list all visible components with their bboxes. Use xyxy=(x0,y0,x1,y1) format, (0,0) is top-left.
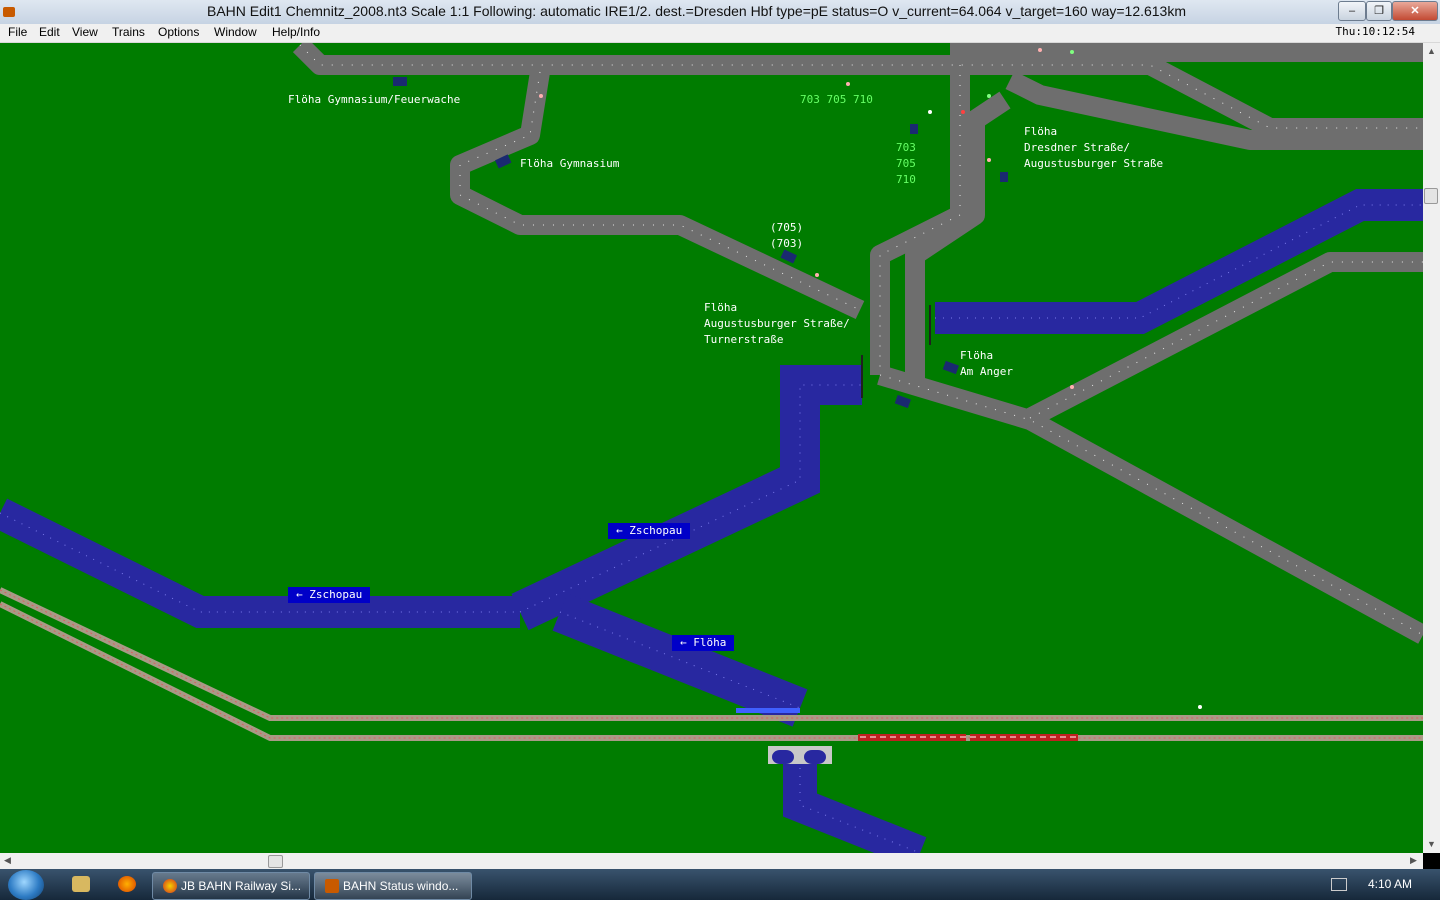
horizontal-scroll-thumb[interactable] xyxy=(268,855,283,868)
firefox-icon[interactable] xyxy=(118,876,136,892)
menu-trains[interactable]: Trains xyxy=(112,25,145,39)
river-sign-zschopau-west: ← Zschopau xyxy=(288,587,371,603)
title-bar: BAHN Edit1 Chemnitz_2008.nt3 Scale 1:1 F… xyxy=(0,0,1440,25)
tray-clock[interactable]: 4:10 AM xyxy=(1368,877,1412,891)
road-south-east xyxy=(877,365,1423,644)
menu-file[interactable]: File xyxy=(8,25,27,39)
menu-bar: File Edit View Trains Options Window Hel… xyxy=(0,24,1440,43)
menu-window[interactable]: Window xyxy=(214,25,257,39)
vertical-scrollbar[interactable]: ▲ ▼ xyxy=(1423,43,1440,853)
map-canvas xyxy=(0,43,1423,853)
stop-label-augustusburger-strasse: Flöha Augustusburger Straße/ Turnerstraß… xyxy=(704,301,850,346)
river-weir xyxy=(736,708,800,713)
horizontal-scrollbar[interactable]: ◀ ▶ xyxy=(0,853,1423,869)
simulation-clock: Thu:10:12:54 xyxy=(1335,25,1415,38)
scroll-up-icon[interactable]: ▲ xyxy=(1427,46,1436,56)
road-network xyxy=(292,43,1423,644)
menu-options[interactable]: Options xyxy=(158,25,199,39)
stop-label-dresdner-strasse: Flöha Dresdner Straße/ Augustusburger St… xyxy=(1024,125,1164,170)
menu-help-info[interactable]: Help/Info xyxy=(272,25,320,39)
minimize-button[interactable]: – xyxy=(1338,1,1366,21)
river-sign-zschopau: ← Zschopau xyxy=(608,523,691,539)
river-sign-floeha: ← Flöha xyxy=(672,635,735,651)
chrome-icon xyxy=(163,879,177,893)
line-numbers-top: 703 705 710 xyxy=(800,93,873,106)
close-button[interactable]: ✕ xyxy=(1392,1,1438,21)
explorer-icon[interactable] xyxy=(72,876,90,892)
maximize-button[interactable]: ❐ xyxy=(1366,1,1392,21)
task-jb-bahn[interactable]: JB BAHN Railway Si... xyxy=(152,872,310,900)
menu-view[interactable]: View xyxy=(72,25,98,39)
scroll-down-icon[interactable]: ▼ xyxy=(1427,839,1436,849)
vertical-scroll-thumb[interactable] xyxy=(1424,188,1438,204)
menu-edit[interactable]: Edit xyxy=(39,25,60,39)
line-numbers-bracketed: (705) (703) xyxy=(770,221,804,250)
window-title: BAHN Edit1 Chemnitz_2008.nt3 Scale 1:1 F… xyxy=(207,3,1187,19)
task-bahn-status[interactable]: BAHN Status windo... xyxy=(314,872,472,900)
map-view[interactable]: Flöha Gymnasium/Feuerwache Flöha Gymnasi… xyxy=(0,43,1423,853)
river-floeha-down xyxy=(552,593,808,727)
line-numbers-vertical: 703 705 710 xyxy=(896,141,916,186)
stop-label-am-anger: Flöha Am Anger xyxy=(960,349,1013,378)
stop-label-gymnasium: Flöha Gymnasium xyxy=(520,157,620,170)
river-zschopau-up xyxy=(511,365,862,631)
river-zschopau-west xyxy=(0,498,520,628)
rail-bridge xyxy=(768,746,832,764)
taskbar: JB BAHN Railway Si... BAHN Status windo.… xyxy=(0,869,1440,900)
network-icon[interactable] xyxy=(1331,878,1347,891)
river-south xyxy=(783,760,927,853)
scroll-left-icon[interactable]: ◀ xyxy=(4,855,11,866)
stop-label-gymnasium-feuerwache: Flöha Gymnasium/Feuerwache xyxy=(288,93,461,106)
scroll-right-icon[interactable]: ▶ xyxy=(1410,855,1417,866)
app-icon[interactable] xyxy=(3,7,15,17)
start-button[interactable] xyxy=(8,870,44,900)
bahn-app-icon xyxy=(325,879,339,893)
